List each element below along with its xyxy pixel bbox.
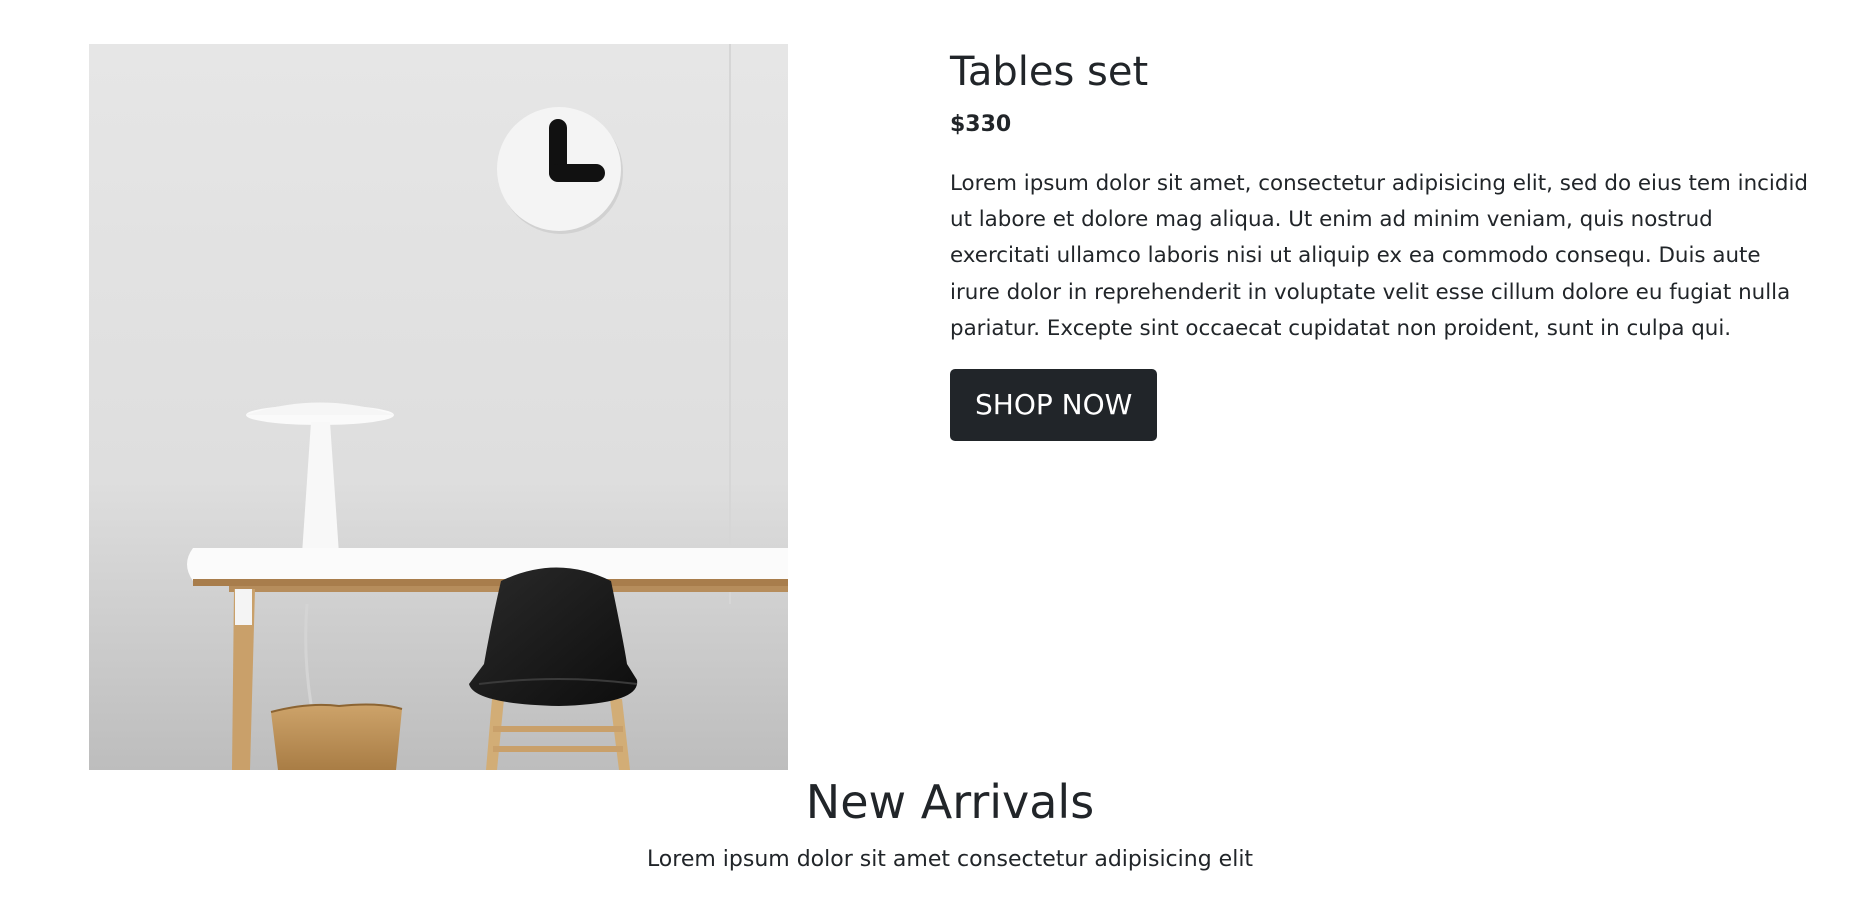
basket-graphic	[270, 703, 403, 770]
product-description: Lorem ipsum dolor sit amet, consectetur …	[950, 171, 1808, 341]
shop-now-button[interactable]: SHOP NOW	[950, 369, 1158, 442]
section-subtitle: Lorem ipsum dolor sit amet consectetur a…	[646, 847, 1254, 872]
product-title: Tables set	[950, 49, 1149, 95]
product-image	[89, 44, 788, 770]
product-price: $330	[950, 112, 1012, 137]
section-title: New Arrivals	[805, 775, 1095, 829]
new-arrivals-section: New Arrivals Lorem ipsum dolor sit amet …	[0, 770, 1869, 876]
product-details: Tables set $330 Lorem ipsum dolor sit am…	[950, 44, 1810, 442]
